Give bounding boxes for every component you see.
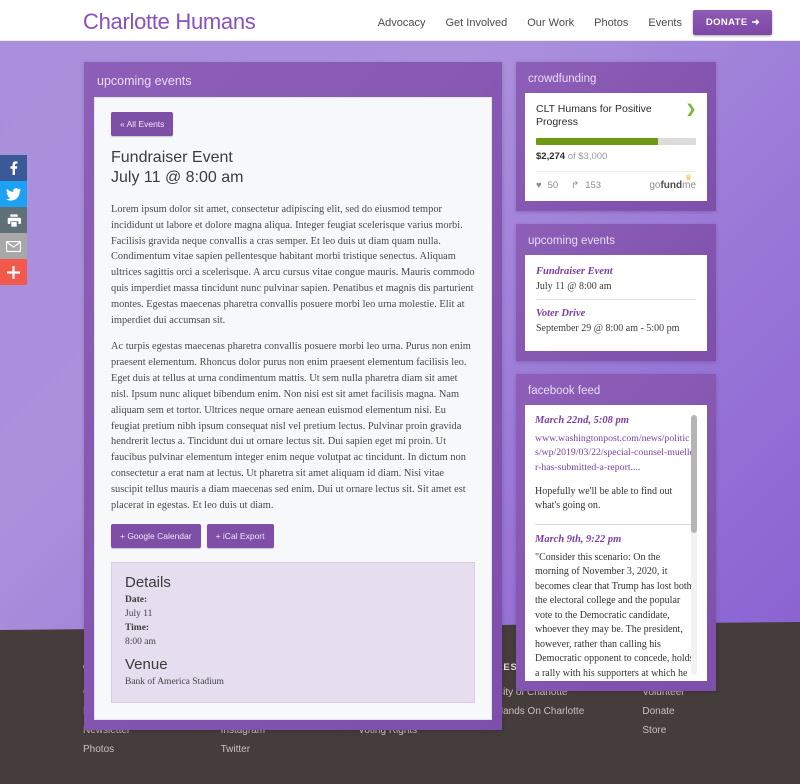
details-date-value: July 11 [125,609,153,620]
facebook-share-button[interactable] [0,155,27,181]
print-share-button[interactable] [0,207,27,233]
facebook-feed-title: facebook feed [528,385,601,398]
donate-button-label: DONATE [705,17,748,28]
arrow-right-icon: ➜ [751,17,760,28]
upcoming-events-list: Fundraiser Event July 11 @ 8:00 am Voter… [525,255,707,352]
details-heading: Details [125,574,171,592]
chevron-right-icon[interactable]: ❯ [686,103,696,115]
upcoming-events-main-widget: upcoming events « All Events Fundraiser … [84,62,502,731]
event-description: Lorem ipsum dolor sit amet, consectetur … [111,202,475,513]
event-paragraph: Ac turpis egestas maecenas pharetra conv… [111,341,471,511]
list-item: March 22nd, 5:08 pm www.washingtonpost.c… [535,413,694,524]
sidebar: crowdfunding CLT Humans for Positive Pro… [516,62,716,704]
ical-export-button[interactable]: + iCal Export [206,524,274,549]
event-detail-panel: « All Events Fundraiser Event July 11 @ … [94,97,492,721]
social-share-rail [0,155,27,285]
share-icon: ↱ [571,180,580,192]
post-date: March 22nd, 5:08 pm [535,415,629,427]
event-details-box: Details Date: July 11 Time: 8:00 am Venu… [111,562,475,704]
facebook-feed-widget: facebook feed March 22nd, 5:08 pm www.wa… [516,374,716,692]
list-item[interactable]: Fundraiser Event July 11 @ 8:00 am [536,265,696,299]
details-date-label: Date: [125,595,148,606]
event-date: September 29 @ 8:00 am - 5:00 pm [536,323,680,335]
post-text: "Consider this scenario: On the morning … [535,551,694,681]
footer-link-store[interactable]: Store [642,725,780,736]
upcoming-events-widget: upcoming events Fundraiser Event July 11… [516,224,716,362]
list-item[interactable]: Voter Drive September 29 @ 8:00 am - 5:0… [536,299,696,341]
footer-link-twitter[interactable]: Twitter [221,744,359,755]
calendar-export-buttons: + Google Calendar + iCal Export [111,524,475,549]
email-share-button[interactable] [0,233,27,259]
post-text: Hopefully we'll be able to find out what… [535,485,673,512]
google-calendar-button[interactable]: + Google Calendar [111,524,201,549]
details-time-value: 8:00 am [125,637,156,648]
nav-item-photos[interactable]: Photos [594,17,628,29]
progress-bar [536,138,696,146]
footer-link-hands-on-charlotte[interactable]: Hands On Charlotte [496,706,643,717]
main-navigation: Advocacy Get Involved Our Work Photos Ev… [378,17,682,29]
event-name: Fundraiser Event [111,149,233,166]
crowdfunding-header: CLT Humans for Positive Progress ❯ [536,103,696,129]
gofundme-logo: gofundme ♛ [649,173,696,192]
donate-button[interactable]: DONATE ➜ [692,10,772,35]
event-heading: Fundraiser Event July 11 @ 8:00 am [111,148,475,189]
event-datetime: July 11 @ 8:00 am [111,169,244,187]
crowdfunding-title: crowdfunding [528,73,597,85]
gofundme-go: go [649,180,661,192]
nav-item-our-work[interactable]: Our Work [527,17,574,29]
site-header: Charlotte Humans Advocacy Get Involved O… [0,0,800,41]
site-logo[interactable]: Charlotte Humans [83,9,256,35]
scrollbar-thumb[interactable] [691,415,697,534]
post-body: "Consider this scenario: On the morning … [535,551,694,679]
campaign-name[interactable]: CLT Humans for Positive Progress [536,103,680,129]
event-link[interactable]: Fundraiser Event [536,266,696,277]
nav-item-advocacy[interactable]: Advocacy [378,17,426,29]
heart-icon: ♥ [536,180,542,192]
amount-raised: $2,274 [536,151,566,163]
post-link[interactable]: www.washingtonpost.com/news/politics/wp/… [535,432,694,475]
footer-link-donate[interactable]: Donate [642,706,780,717]
gofundme-fund: fund [660,180,683,192]
all-events-button[interactable]: « All Events [111,112,174,136]
details-time-label: Time: [125,623,150,634]
nav-item-get-involved[interactable]: Get Involved [445,17,507,29]
list-item: March 9th, 9:22 pm "Consider this scenar… [535,523,694,681]
twitter-icon [6,187,21,201]
facebook-icon [10,161,18,175]
more-share-button[interactable] [0,259,27,285]
event-paragraph: Lorem ipsum dolor sit amet, consectetur … [111,203,475,326]
venue-value: Bank of America Stadium [125,677,224,688]
event-link[interactable]: Voter Drive [536,308,696,319]
nav-item-events[interactable]: Events [648,17,682,29]
envelope-icon [6,240,21,252]
progress-bar-fill [536,138,658,146]
crowdfunding-card[interactable]: CLT Humans for Positive Progress ❯ $2,27… [525,93,707,202]
post-date: March 9th, 9:22 pm [535,533,622,545]
facebook-feed-scroll-area[interactable]: March 22nd, 5:08 pm www.washingtonpost.c… [535,413,698,682]
event-date: July 11 @ 8:00 am [536,281,612,293]
venue-heading: Venue [125,656,168,674]
upcoming-events-title: upcoming events [528,235,615,248]
twitter-share-button[interactable] [0,181,27,207]
printer-icon [7,213,21,227]
amount-goal: of $3,000 [567,151,608,163]
hearts-count: 50 [547,180,559,192]
facebook-feed-body: March 22nd, 5:08 pm www.washingtonpost.c… [525,405,707,682]
shares-count: 153 [585,180,602,192]
plus-icon [7,265,20,279]
main-widget-title: upcoming events [97,74,192,88]
crowdfunding-stats: ♥ 50 ↱ 153 gofundme ♛ [536,171,696,191]
crowdfunding-widget: crowdfunding CLT Humans for Positive Pro… [516,62,716,212]
crown-icon: ♛ [684,173,692,183]
funding-amount: $2,274 of $3,000 [536,151,696,162]
footer-link-photos[interactable]: Photos [83,744,221,755]
